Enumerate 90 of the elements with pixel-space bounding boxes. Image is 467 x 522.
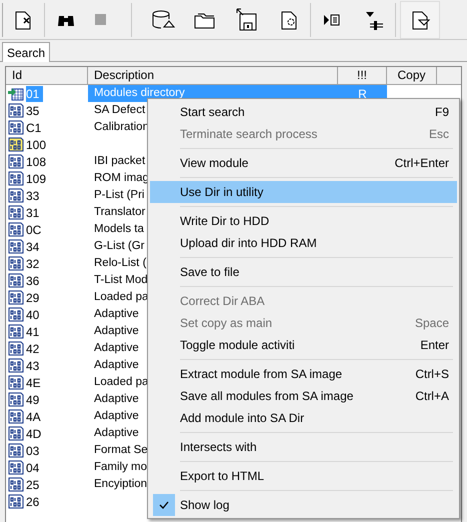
table-cell: 31 <box>26 204 40 220</box>
binary-document-icon <box>8 256 24 271</box>
binary-document-icon <box>8 443 24 458</box>
table-cell: 36 <box>26 272 40 288</box>
menu-item[interactable]: Write Dir to HDD <box>150 210 457 232</box>
table-cell-text: Calibration <box>94 120 149 135</box>
column-header[interactable]: Copy <box>387 67 437 84</box>
table-cell-text: Adaptive <box>94 340 139 356</box>
table-cell: 01 <box>26 86 44 102</box>
menu-item[interactable]: Add module into SA Dir <box>150 407 457 429</box>
table-cell: 49 <box>26 392 40 408</box>
table-cell-text: Adaptive <box>94 426 139 441</box>
binary-document-icon <box>8 137 24 152</box>
table-cell: 0C <box>26 222 42 238</box>
table-cell: 4E <box>26 374 41 390</box>
table-cell-text: Modules directory <box>94 86 185 101</box>
menu-item[interactable]: Start search F9 <box>150 101 457 123</box>
binary-document-icon <box>8 171 24 186</box>
table-cell: 108 <box>26 154 46 170</box>
table-cell: 4A <box>26 408 41 424</box>
table-cell: 109 <box>26 170 46 186</box>
table-cell: 42 <box>26 340 40 356</box>
table-cell: 100 <box>26 136 46 152</box>
binary-document-icon <box>8 103 24 118</box>
table-cell-text: Translator <box>94 204 146 220</box>
table-cell: 35 <box>26 102 40 118</box>
table-cell: 32 <box>26 256 40 272</box>
search-tab[interactable]: Search <box>2 42 50 62</box>
table-cell-text: Models ta <box>94 222 144 237</box>
column-header[interactable]: !!! <box>338 67 387 84</box>
binary-document-icon <box>8 324 24 339</box>
menu-item[interactable]: Upload dir into HDD RAM <box>150 232 457 254</box>
menu-item[interactable]: Export to HTML <box>150 465 457 487</box>
binary-document-icon <box>8 120 24 135</box>
document-filter-icon[interactable] <box>400 0 440 38</box>
binary-document-icon <box>8 273 24 288</box>
menu-item[interactable]: Save to file <box>150 261 457 283</box>
binary-document-icon <box>8 375 24 390</box>
binary-document-icon <box>8 154 24 169</box>
table-cell-text: Format Se <box>94 442 148 458</box>
table-cell-text: IBI packet <box>94 154 146 169</box>
menu-item[interactable]: Use Dir in utility <box>150 181 457 203</box>
binary-document-icon <box>8 409 24 424</box>
table-cell-text: P-List (Pri <box>94 188 144 203</box>
table-cell: 03 <box>26 442 40 458</box>
table-cell: 40 <box>26 306 40 322</box>
column-header[interactable]: Description <box>88 67 338 84</box>
menu-item[interactable]: Show log <box>150 494 457 516</box>
binary-document-icon <box>8 205 24 220</box>
table-cell: 29 <box>26 290 40 306</box>
table-cell: 26 <box>26 494 40 510</box>
table-cell: 4D <box>26 426 42 442</box>
binary-document-icon <box>8 426 24 441</box>
table-cell-text: Adaptive <box>94 392 139 407</box>
table-cell: 33 <box>26 188 40 204</box>
menu-item[interactable]: View module Ctrl+Enter <box>150 152 457 174</box>
table-cell-text: Encyiption <box>94 476 148 492</box>
table-cell-text: Family mo <box>94 460 148 475</box>
table-cell-text: G-List (Gr <box>94 238 144 254</box>
binary-document-icon <box>8 460 24 475</box>
binary-document-icon <box>8 341 24 356</box>
binary-document-icon <box>8 222 24 237</box>
table-cell: 04 <box>26 460 40 476</box>
grid-arrow-icon <box>8 86 24 100</box>
binary-document-icon <box>8 392 24 407</box>
table-cell: 25 <box>26 476 40 492</box>
table-cell-text: Adaptive <box>94 408 139 424</box>
table-cell: C1 <box>26 120 42 136</box>
table-cell: 43 <box>26 358 40 374</box>
menu-item[interactable]: Intersects with <box>150 436 457 458</box>
table-cell-text: Relo-List ( <box>94 256 146 271</box>
table-cell-text: Adaptive <box>94 324 139 339</box>
binary-document-icon <box>8 358 24 373</box>
menu-item[interactable]: Save all modules from SA image Ctrl+A <box>150 385 457 407</box>
table-cell-text: R <box>358 86 367 102</box>
table-cell: 34 <box>26 238 40 254</box>
table-cell-text: SA Defect <box>94 102 146 118</box>
binary-document-icon <box>8 188 24 203</box>
table-cell-text: Adaptive <box>94 306 139 322</box>
binary-document-icon <box>8 477 24 492</box>
binary-document-icon <box>8 307 24 322</box>
binary-document-icon <box>8 290 24 305</box>
binary-document-icon <box>8 239 24 254</box>
column-header[interactable]: Id <box>6 67 88 84</box>
menu-item[interactable]: Toggle module activiti Enter <box>150 334 457 356</box>
menu-item[interactable]: Extract module from SA image Ctrl+S <box>150 363 457 385</box>
table-cell-text: Adaptive <box>94 358 139 373</box>
table-cell-text: T-List Mod <box>94 272 148 288</box>
table-cell: 41 <box>26 324 40 340</box>
binary-document-icon <box>8 494 24 509</box>
